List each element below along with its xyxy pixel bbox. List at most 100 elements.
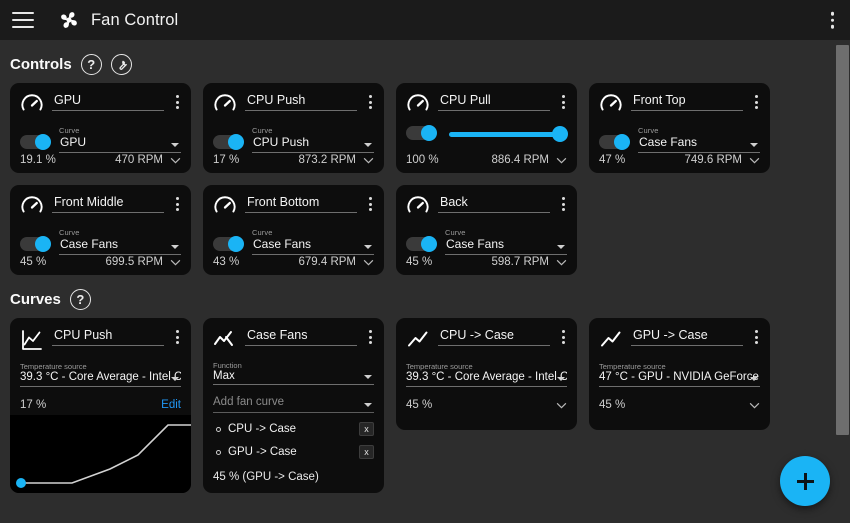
add-fan-curve-select[interactable]: Add fan curve	[213, 396, 374, 413]
chevron-down-icon[interactable]	[364, 143, 372, 147]
curve-name-field[interactable]: GPU -> Case	[631, 327, 743, 346]
expand-chevron-icon[interactable]	[363, 259, 374, 266]
curve-name-field[interactable]: CPU -> Case	[438, 327, 550, 346]
vertical-scrollbar[interactable]	[834, 40, 850, 523]
function-select[interactable]: Function Max	[213, 361, 374, 385]
scrollbar-thumb[interactable]	[836, 45, 849, 435]
curve-select[interactable]: Curve CPU Push	[252, 126, 374, 153]
control-enable-toggle[interactable]	[599, 135, 629, 149]
control-enable-toggle[interactable]	[213, 135, 243, 149]
card-menu-icon[interactable]	[751, 92, 760, 109]
question-mark-icon[interactable]: ?	[81, 54, 102, 75]
control-name-field[interactable]: Front Bottom	[245, 194, 357, 213]
expand-chevron-icon[interactable]	[170, 259, 181, 266]
temperature-source-select[interactable]: Temperature source 39.3 °C - Core Averag…	[406, 362, 567, 387]
temperature-source-select[interactable]: Temperature source 47 °C - GPU - NVIDIA …	[599, 362, 760, 387]
edit-curve-button[interactable]: Edit	[161, 399, 181, 411]
control-enable-toggle[interactable]	[20, 237, 50, 251]
control-enable-toggle[interactable]	[406, 237, 436, 251]
line-chart-icon	[406, 328, 430, 352]
expand-chevron-icon[interactable]	[363, 157, 374, 164]
control-card[interactable]: Front Middle Curve Case Fans 45 % 699.5 …	[10, 185, 191, 275]
control-name-field[interactable]: CPU Push	[245, 92, 357, 111]
card-menu-icon[interactable]	[365, 92, 374, 109]
curve-select[interactable]: Curve Case Fans	[59, 228, 181, 255]
expand-chevron-icon[interactable]	[749, 402, 760, 409]
chevron-down-icon[interactable]	[750, 143, 758, 147]
wrench-icon[interactable]	[111, 54, 132, 75]
gauge-icon	[406, 195, 430, 219]
control-enable-toggle[interactable]	[213, 237, 243, 251]
add-button[interactable]	[780, 456, 830, 506]
curve-percent: 45 %	[406, 399, 432, 411]
curve-select[interactable]: Curve GPU	[59, 126, 181, 153]
control-name: Back	[440, 195, 550, 209]
curve-select[interactable]: Curve Case Fans	[445, 228, 567, 255]
card-menu-icon[interactable]	[751, 327, 760, 344]
curve-name-field[interactable]: Case Fans	[245, 327, 357, 346]
curves-section-header: Curves ?	[0, 275, 850, 318]
chevron-down-icon[interactable]	[364, 245, 372, 249]
control-card[interactable]: CPU Push Curve CPU Push 17 % 873.2 RPM	[203, 83, 384, 173]
chevron-down-icon[interactable]	[364, 375, 372, 379]
card-menu-icon[interactable]	[365, 327, 374, 344]
chevron-down-icon[interactable]	[171, 245, 179, 249]
chevron-down-icon[interactable]	[557, 377, 565, 381]
control-percent: 45 %	[406, 256, 432, 268]
control-percent: 43 %	[213, 256, 239, 268]
temperature-source-select[interactable]: Temperature source 39.3 °C - Core Averag…	[20, 362, 181, 387]
curve-card[interactable]: GPU -> Case Temperature source 47 °C - G…	[589, 318, 770, 430]
expand-chevron-icon[interactable]	[749, 157, 760, 164]
remove-member-button[interactable]: x	[359, 445, 374, 459]
expand-chevron-icon[interactable]	[556, 259, 567, 266]
question-mark-icon[interactable]: ?	[70, 289, 91, 310]
control-body: Curve CPU Push	[213, 126, 374, 153]
section-title-curves: Curves	[10, 291, 61, 308]
control-name-field[interactable]: Front Middle	[52, 194, 164, 213]
chevron-down-icon[interactable]	[171, 143, 179, 147]
slider-thumb[interactable]	[552, 126, 568, 142]
card-menu-icon[interactable]	[172, 92, 181, 109]
card-menu-icon[interactable]	[172, 194, 181, 211]
hamburger-icon[interactable]	[12, 12, 34, 28]
curve-graph[interactable]	[10, 415, 191, 493]
chevron-down-icon[interactable]	[364, 403, 372, 407]
curve-card[interactable]: CPU Push Temperature source 39.3 °C - Co…	[10, 318, 191, 493]
control-body: Curve GPU	[20, 126, 181, 153]
card-header: Front Bottom	[213, 194, 374, 219]
card-menu-icon[interactable]	[558, 194, 567, 211]
control-card[interactable]: GPU Curve GPU 19.1 % 470 RPM	[10, 83, 191, 173]
chevron-down-icon[interactable]	[750, 377, 758, 381]
chevron-down-icon[interactable]	[557, 245, 565, 249]
curve-card[interactable]: Case Fans Function Max Add fan curve CPU…	[203, 318, 384, 493]
card-menu-icon[interactable]	[365, 194, 374, 211]
curve-select[interactable]: Curve Case Fans	[252, 228, 374, 255]
kebab-menu-icon[interactable]	[831, 12, 835, 29]
manual-speed-slider[interactable]	[445, 126, 567, 142]
control-card[interactable]: Back Curve Case Fans 45 % 598.7 RPM	[396, 185, 577, 275]
card-menu-icon[interactable]	[558, 327, 567, 344]
control-name-field[interactable]: GPU	[52, 92, 164, 111]
curve-name-field[interactable]: CPU Push	[52, 327, 164, 346]
controls-grid: GPU Curve GPU 19.1 % 470 RPM	[0, 83, 850, 275]
curve-card[interactable]: CPU -> Case Temperature source 39.3 °C -…	[396, 318, 577, 430]
control-card[interactable]: Front Bottom Curve Case Fans 43 % 679.4 …	[203, 185, 384, 275]
card-menu-icon[interactable]	[558, 92, 567, 109]
control-enable-toggle[interactable]	[406, 126, 436, 140]
expand-chevron-icon[interactable]	[170, 157, 181, 164]
card-menu-icon[interactable]	[172, 327, 181, 344]
control-name-field[interactable]: Back	[438, 194, 550, 213]
line-chart-icon	[20, 328, 44, 352]
bullet-icon	[216, 450, 221, 455]
chevron-down-icon[interactable]	[171, 377, 179, 381]
curve-select[interactable]: Curve Case Fans	[638, 126, 760, 153]
temperature-source-value: 39.3 °C - Core Average - Intel Core	[406, 371, 567, 383]
control-name-field[interactable]: CPU Pull	[438, 92, 550, 111]
control-name-field[interactable]: Front Top	[631, 92, 743, 111]
control-card[interactable]: CPU Pull 100 % 886.4 RPM	[396, 83, 577, 173]
remove-member-button[interactable]: x	[359, 422, 374, 436]
control-enable-toggle[interactable]	[20, 135, 50, 149]
expand-chevron-icon[interactable]	[556, 402, 567, 409]
control-card[interactable]: Front Top Curve Case Fans 47 % 749.6 RPM	[589, 83, 770, 173]
expand-chevron-icon[interactable]	[556, 157, 567, 164]
